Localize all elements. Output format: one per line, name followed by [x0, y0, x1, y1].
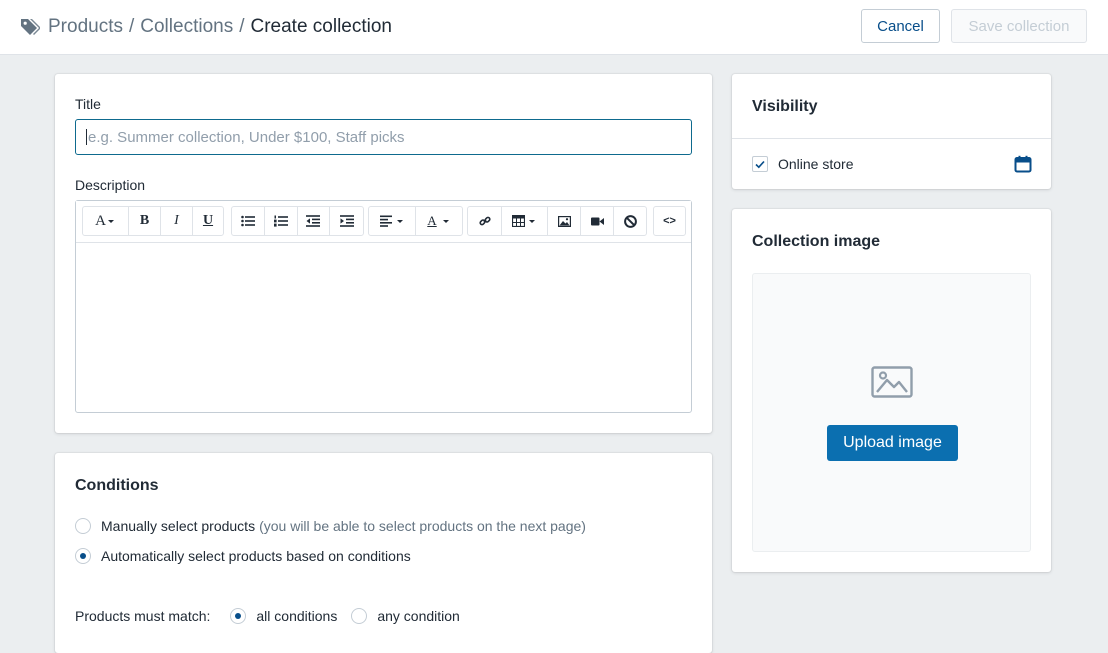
title-placeholder: e.g. Summer collection, Under $100, Staf…: [88, 128, 405, 146]
align-dropdown[interactable]: [369, 207, 416, 235]
outdent-icon: [306, 215, 321, 227]
breadcrumb-products-link[interactable]: Products: [48, 16, 123, 38]
title-label: Title: [75, 96, 101, 112]
image-dropzone[interactable]: Upload image: [752, 273, 1031, 552]
toolbar-html-group: <>: [653, 206, 686, 236]
chevron-down-icon: [396, 220, 403, 223]
toolbar-align-group: A: [368, 206, 463, 236]
chevron-down-icon: [529, 220, 535, 223]
top-bar: Products / Collections / Create collecti…: [0, 0, 1108, 55]
auto-select-radio[interactable]: [75, 548, 91, 564]
match-all-radio[interactable]: [230, 608, 247, 624]
manual-select-label: Manually select products: [101, 518, 256, 534]
collection-details-card: Title e.g. Summer collection, Under $100…: [55, 74, 712, 433]
breadcrumb-separator: /: [128, 16, 135, 37]
match-row: Products must match: all conditions any …: [75, 608, 460, 624]
match-label: Products must match:: [75, 608, 211, 624]
manual-select-radio[interactable]: [75, 518, 91, 534]
description-text-area[interactable]: [76, 243, 691, 412]
title-input[interactable]: e.g. Summer collection, Under $100, Staf…: [75, 119, 692, 155]
italic-button[interactable]: I: [161, 207, 193, 235]
toolbar-list-group: [231, 206, 364, 236]
cancel-button[interactable]: Cancel: [861, 9, 940, 43]
breadcrumb: Products / Collections / Create collecti…: [18, 13, 392, 41]
image-placeholder-icon: [871, 366, 913, 398]
conditions-heading: Conditions: [75, 477, 159, 494]
match-any-label[interactable]: any condition: [377, 608, 460, 624]
tag-icon: [18, 16, 41, 38]
align-left-icon: [379, 215, 392, 227]
clear-formatting-icon: [623, 214, 637, 228]
indent-button[interactable]: [330, 207, 363, 235]
page-title: Create collection: [250, 16, 393, 37]
collection-image-heading: Collection image: [752, 233, 881, 250]
text-color-dropdown[interactable]: A: [416, 207, 462, 235]
underline-button[interactable]: U: [193, 207, 223, 235]
auto-select-option[interactable]: Automatically select products based on c…: [75, 548, 411, 564]
breadcrumb-collections-link[interactable]: Collections: [140, 16, 233, 38]
numbered-list-icon: [273, 215, 288, 227]
image-icon: [557, 215, 571, 227]
text-color-label: A: [427, 213, 437, 228]
insert-video-button[interactable]: [581, 207, 614, 235]
bulleted-list-icon: [241, 215, 255, 227]
divider: [732, 138, 1051, 139]
link-button[interactable]: [468, 207, 502, 235]
upload-image-button[interactable]: Upload image: [827, 425, 958, 461]
outdent-button[interactable]: [298, 207, 331, 235]
visibility-card: Visibility Online store: [732, 74, 1051, 189]
toolbar-insert-group: [467, 206, 647, 236]
conditions-card: Conditions Manually select products (you…: [55, 453, 712, 653]
insert-image-button[interactable]: [548, 207, 581, 235]
video-icon: [590, 217, 604, 225]
collection-image-card: Collection image Upload image: [732, 209, 1051, 572]
toolbar-text-style-group: A B I U: [82, 206, 224, 236]
auto-select-label: Automatically select products based on c…: [101, 548, 411, 564]
checkmark-icon: [755, 160, 765, 168]
chevron-down-icon: [442, 220, 449, 223]
match-all-label[interactable]: all conditions: [256, 608, 337, 624]
clear-formatting-button[interactable]: [614, 207, 646, 235]
show-html-button[interactable]: <>: [654, 207, 685, 235]
description-label: Description: [75, 177, 146, 193]
breadcrumb-separator: /: [239, 16, 245, 37]
font-style-label: A: [95, 212, 106, 229]
visibility-heading: Visibility: [752, 98, 818, 115]
manual-select-option[interactable]: Manually select products (you will be ab…: [75, 518, 586, 534]
table-dropdown[interactable]: [502, 207, 548, 235]
bold-button[interactable]: B: [129, 207, 161, 235]
text-caret: [86, 129, 87, 145]
numbered-list-button[interactable]: [265, 207, 298, 235]
description-editor: A B I U A <>: [75, 200, 692, 413]
chevron-down-icon: [107, 220, 114, 223]
bulleted-list-button[interactable]: [232, 207, 265, 235]
table-icon: [512, 215, 525, 227]
indent-icon: [339, 215, 354, 227]
save-collection-button[interactable]: Save collection: [951, 9, 1087, 43]
manual-select-hint: (you will be able to select products on …: [259, 518, 586, 534]
online-store-label: Online store: [778, 156, 854, 172]
online-store-checkbox[interactable]: [752, 156, 768, 172]
font-style-dropdown[interactable]: A: [83, 207, 129, 235]
link-icon: [478, 216, 491, 226]
match-any-radio[interactable]: [351, 608, 368, 624]
calendar-icon[interactable]: [1014, 155, 1032, 173]
editor-toolbar: A B I U A <>: [76, 201, 691, 243]
